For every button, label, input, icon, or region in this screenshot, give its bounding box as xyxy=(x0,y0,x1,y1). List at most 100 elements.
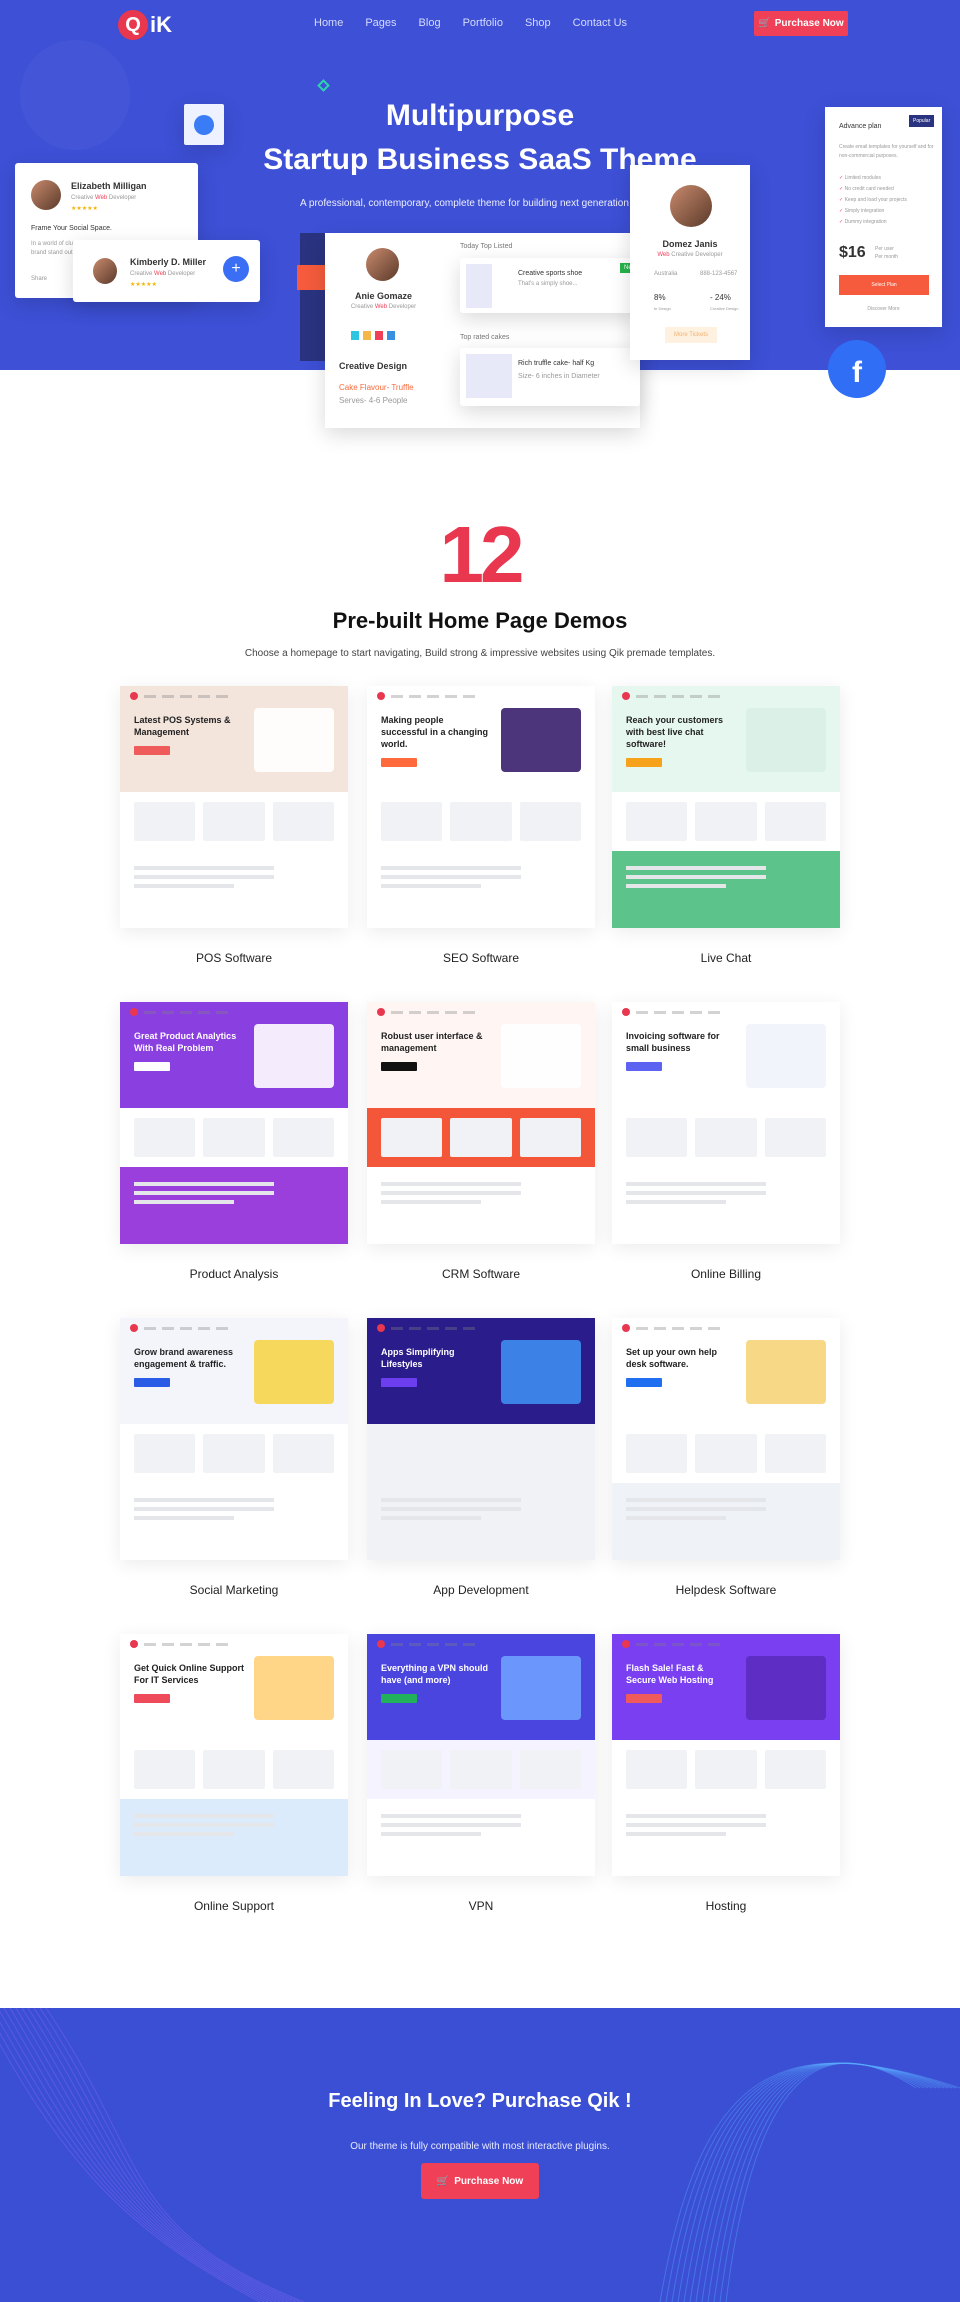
demo-preview-hero: Flash Sale! Fast & Secure Web Hosting xyxy=(612,1634,840,1741)
demo-preview-hero: Grow brand awareness engagement & traffi… xyxy=(120,1318,348,1425)
demo-preview-hero: Reach your customers with best live chat… xyxy=(612,686,840,793)
demo-card-app-development[interactable]: Apps Simplifying Lifestyles xyxy=(367,1318,595,1560)
demo-illustration xyxy=(254,1340,334,1404)
facebook-icon: f xyxy=(828,340,886,398)
popular-badge: Popular xyxy=(909,115,935,127)
select-plan-button[interactable]: Select Plan xyxy=(839,275,929,295)
demos-subtitle: Choose a homepage to start navigating, B… xyxy=(244,648,716,659)
feature-list: ✓ Limited modules ✓ No credit card needed… xyxy=(839,173,907,228)
demo-illustration xyxy=(501,1656,581,1720)
demo-preview-hero: Everything a VPN should have (and more) xyxy=(367,1634,595,1741)
hero-subtitle: A professional, contemporary, complete t… xyxy=(300,198,639,209)
demo-card-product-analysis[interactable]: Great Product Analytics With Real Proble… xyxy=(120,1002,348,1244)
demo-card-online-support[interactable]: Get Quick Online Support For IT Services xyxy=(120,1634,348,1876)
demo-preview-nav xyxy=(622,1008,720,1016)
wave-lines-decoration xyxy=(0,2008,960,2302)
avatar xyxy=(93,258,117,284)
demo-illustration xyxy=(746,1340,826,1404)
nav-portfolio[interactable]: Portfolio xyxy=(463,17,503,29)
dashboard-sidebar xyxy=(297,233,326,361)
demo-card-social-marketing[interactable]: Grow brand awareness engagement & traffi… xyxy=(120,1318,348,1560)
demo-preview-hero: Apps Simplifying Lifestyles xyxy=(367,1318,595,1425)
cake-flavour: Cake Flavour- Truffle xyxy=(339,383,414,392)
demo-preview-nav xyxy=(377,1008,475,1016)
demo-illustration xyxy=(254,1024,334,1088)
demo-label[interactable]: Hosting xyxy=(612,1899,840,1913)
pricing-card: Advance plan Popular Create email templa… xyxy=(825,107,942,327)
feature-item: ✓ Dummy integration xyxy=(839,219,887,225)
purchase-button[interactable]: 🛒 Purchase Now xyxy=(754,11,848,36)
demo-label[interactable]: VPN xyxy=(367,1899,595,1913)
demo-label[interactable]: Product Analysis xyxy=(120,1267,348,1281)
feature-item: ✓ Keep and load your projects xyxy=(839,197,907,203)
cta-purchase-button[interactable]: 🛒 Purchase Now xyxy=(421,2163,539,2199)
feature-item: ✓ No credit card needed xyxy=(839,186,894,192)
demo-preview-nav xyxy=(622,1640,720,1648)
nav-contact-us[interactable]: Contact Us xyxy=(573,17,627,29)
nav-blog[interactable]: Blog xyxy=(419,17,441,29)
more-tickets-button[interactable]: More Tickets xyxy=(665,327,717,343)
demo-card-crm-software[interactable]: Robust user interface & management xyxy=(367,1002,595,1244)
share-button[interactable]: Share xyxy=(31,276,47,282)
demo-preview-nav xyxy=(130,692,228,700)
demo-preview-nav xyxy=(130,1640,228,1648)
demo-label[interactable]: Social Marketing xyxy=(120,1583,348,1597)
demo-preview-hero: Making people successful in a changing w… xyxy=(367,686,595,793)
nav-home[interactable]: Home xyxy=(314,17,343,29)
demo-card-vpn[interactable]: Everything a VPN should have (and more) xyxy=(367,1634,595,1876)
demo-label[interactable]: CRM Software xyxy=(367,1267,595,1281)
demo-label[interactable]: Live Chat xyxy=(612,951,840,965)
demo-label[interactable]: Online Billing xyxy=(612,1267,840,1281)
demo-label[interactable]: App Development xyxy=(367,1583,595,1597)
serves-info: Serves- 4-6 People xyxy=(339,396,408,405)
dashboard-panel: Anie Gomaze Creative Web Developer Creat… xyxy=(325,233,641,428)
demo-preview-nav xyxy=(622,692,720,700)
product-item[interactable]: Rich truffle cake- half Kg Size- 6 inche… xyxy=(460,348,640,406)
demo-label[interactable]: Helpdesk Software xyxy=(612,1583,840,1597)
demo-label[interactable]: SEO Software xyxy=(367,951,595,965)
demo-card-seo-software[interactable]: Making people successful in a changing w… xyxy=(367,686,595,928)
demo-preview-hero: Latest POS Systems & Management xyxy=(120,686,348,793)
avatar xyxy=(366,248,399,281)
cart-icon: 🛒 xyxy=(436,2175,450,2187)
cta-section xyxy=(0,2008,960,2302)
profile-card-domez: Domez Janis Web Creative Developer Austr… xyxy=(630,165,750,360)
demo-illustration xyxy=(746,1024,826,1088)
avatar xyxy=(31,180,61,210)
nav-shop[interactable]: Shop xyxy=(525,17,551,29)
demo-label[interactable]: POS Software xyxy=(120,951,348,965)
demo-label[interactable]: Online Support xyxy=(120,1899,348,1913)
hero-title-line1: Multipurpose xyxy=(385,99,575,132)
demos-title: Pre-built Home Page Demos xyxy=(332,608,628,633)
demo-illustration xyxy=(501,1024,581,1088)
demo-preview-nav xyxy=(130,1008,228,1016)
demo-card-pos-software[interactable]: Latest POS Systems & Management xyxy=(120,686,348,928)
demo-card-online-billing[interactable]: Invoicing software for small business xyxy=(612,1002,840,1244)
demo-illustration xyxy=(254,708,334,772)
demo-illustration xyxy=(746,1656,826,1720)
product-item[interactable]: Creative sports shoe That's a simply sho… xyxy=(460,258,641,313)
rating-stars: ★★★★★ xyxy=(71,206,98,212)
demo-card-hosting[interactable]: Flash Sale! Fast & Secure Web Hosting xyxy=(612,1634,840,1876)
demo-illustration xyxy=(501,1340,581,1404)
feature-item: ✓ Limited modules xyxy=(839,175,881,181)
demo-card-helpdesk-software[interactable]: Set up your own help desk software. xyxy=(612,1318,840,1560)
main-nav: Home Pages Blog Portfolio Shop Contact Us xyxy=(314,17,627,29)
social-icons xyxy=(351,331,395,340)
creative-design-dropdown[interactable]: Creative Design xyxy=(339,361,407,371)
demo-preview-nav xyxy=(377,692,475,700)
logo[interactable]: QiK xyxy=(118,10,172,40)
demo-card-live-chat[interactable]: Reach your customers with best live chat… xyxy=(612,686,840,928)
cta-title: Feeling In Love? Purchase Qik ! xyxy=(328,2090,632,2112)
feature-item: ✓ Simply integration xyxy=(839,208,885,214)
discover-more-link[interactable]: Discover More xyxy=(825,306,942,312)
demo-preview-nav xyxy=(377,1640,475,1648)
diamond-decoration xyxy=(317,79,330,92)
item2-subtitle: Size- 6 inches in Diameter xyxy=(518,373,600,380)
demo-illustration xyxy=(254,1656,334,1720)
demo-preview-hero: Great Product Analytics With Real Proble… xyxy=(120,1002,348,1109)
nav-pages[interactable]: Pages xyxy=(365,17,396,29)
demo-illustration xyxy=(501,708,581,772)
profile-card-kimberly: Kimberly D. Miller Creative Web Develope… xyxy=(73,240,260,302)
add-button[interactable]: + xyxy=(223,256,249,282)
